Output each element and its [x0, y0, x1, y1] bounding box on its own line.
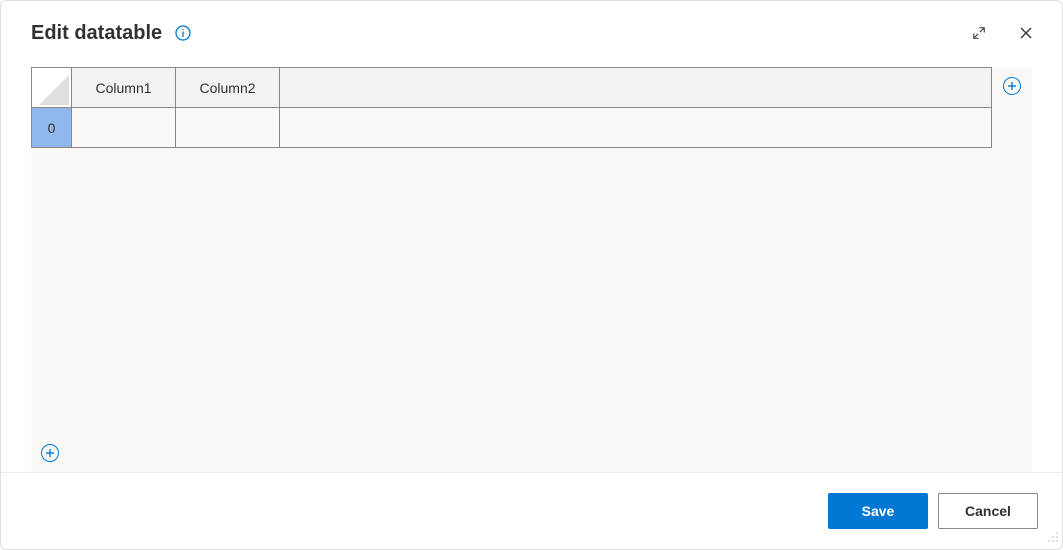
table-row: 0 — [32, 108, 992, 148]
add-row-rail — [41, 444, 59, 462]
dialog-header: Edit datatable — [1, 1, 1062, 57]
column-header-row: Column1 Column2 — [32, 68, 992, 108]
save-button[interactable]: Save — [828, 493, 928, 529]
column-header[interactable]: Column1 — [72, 68, 176, 108]
select-all-corner[interactable] — [32, 68, 72, 108]
data-table: Column1 Column2 0 — [31, 67, 992, 148]
cancel-button[interactable]: Cancel — [938, 493, 1038, 529]
edit-datatable-dialog: Edit datatable — [0, 0, 1063, 550]
data-cell-empty[interactable] — [280, 108, 992, 148]
dialog-footer: Save Cancel — [1, 472, 1062, 549]
info-icon[interactable] — [174, 24, 192, 42]
add-column-rail — [992, 67, 1032, 462]
column-header-empty[interactable] — [280, 68, 992, 108]
table-container: Column1 Column2 0 — [31, 67, 992, 462]
add-column-button[interactable] — [1003, 77, 1021, 95]
add-row-button[interactable] — [41, 444, 59, 462]
close-icon[interactable] — [1014, 21, 1038, 45]
row-index-cell[interactable]: 0 — [32, 108, 72, 148]
data-cell[interactable] — [176, 108, 280, 148]
dialog-body: Column1 Column2 0 — [1, 57, 1062, 472]
header-controls — [968, 21, 1038, 45]
expand-icon[interactable] — [968, 22, 990, 44]
column-header[interactable]: Column2 — [176, 68, 280, 108]
data-cell[interactable] — [72, 108, 176, 148]
grid-area: Column1 Column2 0 — [31, 67, 1032, 472]
dialog-title: Edit datatable — [31, 22, 162, 45]
